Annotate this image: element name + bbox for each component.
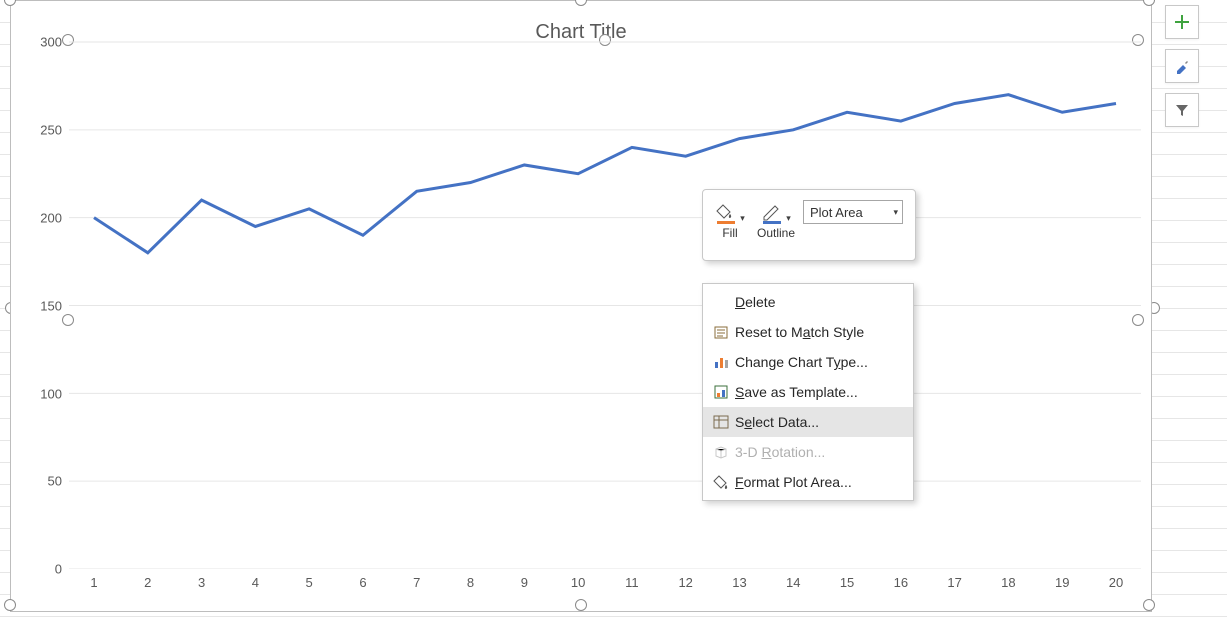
- context-menu: Delete Reset to Match Style Change Chart…: [702, 283, 914, 501]
- chart-selection-handle[interactable]: [575, 599, 587, 611]
- chart-element-combo[interactable]: Plot Area ▾: [803, 200, 903, 224]
- format-icon: [707, 474, 735, 490]
- chart-filter-button[interactable]: [1165, 93, 1199, 127]
- y-axis-tick: 150: [22, 298, 69, 313]
- y-axis-tick: 0: [22, 562, 69, 577]
- menu-label: 3-D Rotation...: [735, 444, 825, 460]
- x-axis-tick: 7: [413, 569, 420, 590]
- save-template-icon: [707, 384, 735, 400]
- menu-label: Select Data...: [735, 414, 819, 430]
- x-axis-tick: 10: [571, 569, 585, 590]
- x-axis-tick: 18: [1001, 569, 1015, 590]
- chart-selection-handle[interactable]: [575, 0, 587, 6]
- x-axis-tick: 15: [840, 569, 854, 590]
- fill-icon: [715, 202, 737, 224]
- filter-icon: [1174, 102, 1190, 118]
- menu-label: Format Plot Area...: [735, 474, 852, 490]
- x-axis-tick: 14: [786, 569, 800, 590]
- outline-icon: [761, 202, 783, 224]
- combo-value: Plot Area: [810, 205, 863, 220]
- x-axis-tick: 9: [521, 569, 528, 590]
- select-data-icon: [707, 414, 735, 430]
- x-axis-tick: 16: [894, 569, 908, 590]
- menu-save-template[interactable]: Save as Template...: [703, 377, 913, 407]
- x-axis-tick: 1: [90, 569, 97, 590]
- x-axis-tick: 8: [467, 569, 474, 590]
- plot-area[interactable]: 300 250 200 150 100 50 0 123456789101112…: [69, 36, 1141, 569]
- x-axis-tick: 20: [1109, 569, 1123, 590]
- menu-label: Save as Template...: [735, 384, 858, 400]
- chart-type-icon: [707, 354, 735, 370]
- y-axis-tick: 300: [22, 35, 69, 50]
- chart-styles-button[interactable]: [1165, 49, 1199, 83]
- x-axis-tick: 11: [625, 569, 639, 590]
- x-axis-tick: 19: [1055, 569, 1069, 590]
- chart-elements-button[interactable]: [1165, 5, 1199, 39]
- menu-reset-style[interactable]: Reset to Match Style: [703, 317, 913, 347]
- menu-label: Change Chart Type...: [735, 354, 868, 370]
- outline-label: Outline: [757, 226, 795, 240]
- cube-icon: [707, 444, 735, 460]
- brush-icon: [1174, 58, 1190, 74]
- y-axis-tick: 100: [22, 386, 69, 401]
- x-axis-tick: 4: [252, 569, 259, 590]
- mini-toolbar: ▾ Fill ▾ Outline Plot Area ▾: [702, 189, 916, 261]
- x-axis-tick: 3: [198, 569, 205, 590]
- x-axis-tick: 5: [306, 569, 313, 590]
- fill-button[interactable]: ▾ Fill: [709, 194, 751, 240]
- x-axis-tick: 12: [678, 569, 692, 590]
- chart-selection-handle[interactable]: [4, 599, 16, 611]
- line-series[interactable]: [69, 36, 1141, 569]
- menu-label: Delete: [735, 294, 775, 310]
- menu-change-chart-type[interactable]: Change Chart Type...: [703, 347, 913, 377]
- fill-label: Fill: [722, 226, 737, 240]
- x-axis-tick: 6: [359, 569, 366, 590]
- y-axis-tick: 250: [22, 123, 69, 138]
- menu-delete[interactable]: Delete: [703, 287, 913, 317]
- x-axis-tick: 13: [732, 569, 746, 590]
- chevron-down-icon: ▾: [740, 213, 745, 224]
- x-axis-tick: 17: [947, 569, 961, 590]
- chart-selection-handle[interactable]: [1143, 599, 1155, 611]
- menu-3d-rotation: 3-D Rotation...: [703, 437, 913, 467]
- chevron-down-icon: ▾: [893, 207, 898, 218]
- y-axis-tick: 200: [22, 210, 69, 225]
- plus-icon: [1174, 14, 1190, 30]
- chevron-down-icon: ▾: [786, 213, 791, 224]
- menu-select-data[interactable]: Select Data...: [703, 407, 913, 437]
- menu-label: Reset to Match Style: [735, 324, 864, 340]
- reset-icon: [707, 324, 735, 340]
- menu-format-plot-area[interactable]: Format Plot Area...: [703, 467, 913, 497]
- chart-object[interactable]: Chart Title 300 250 200 150 100 50 0 123…: [10, 0, 1152, 612]
- x-axis-tick: 2: [144, 569, 151, 590]
- outline-button[interactable]: ▾ Outline: [751, 194, 801, 240]
- y-axis-tick: 50: [22, 474, 69, 489]
